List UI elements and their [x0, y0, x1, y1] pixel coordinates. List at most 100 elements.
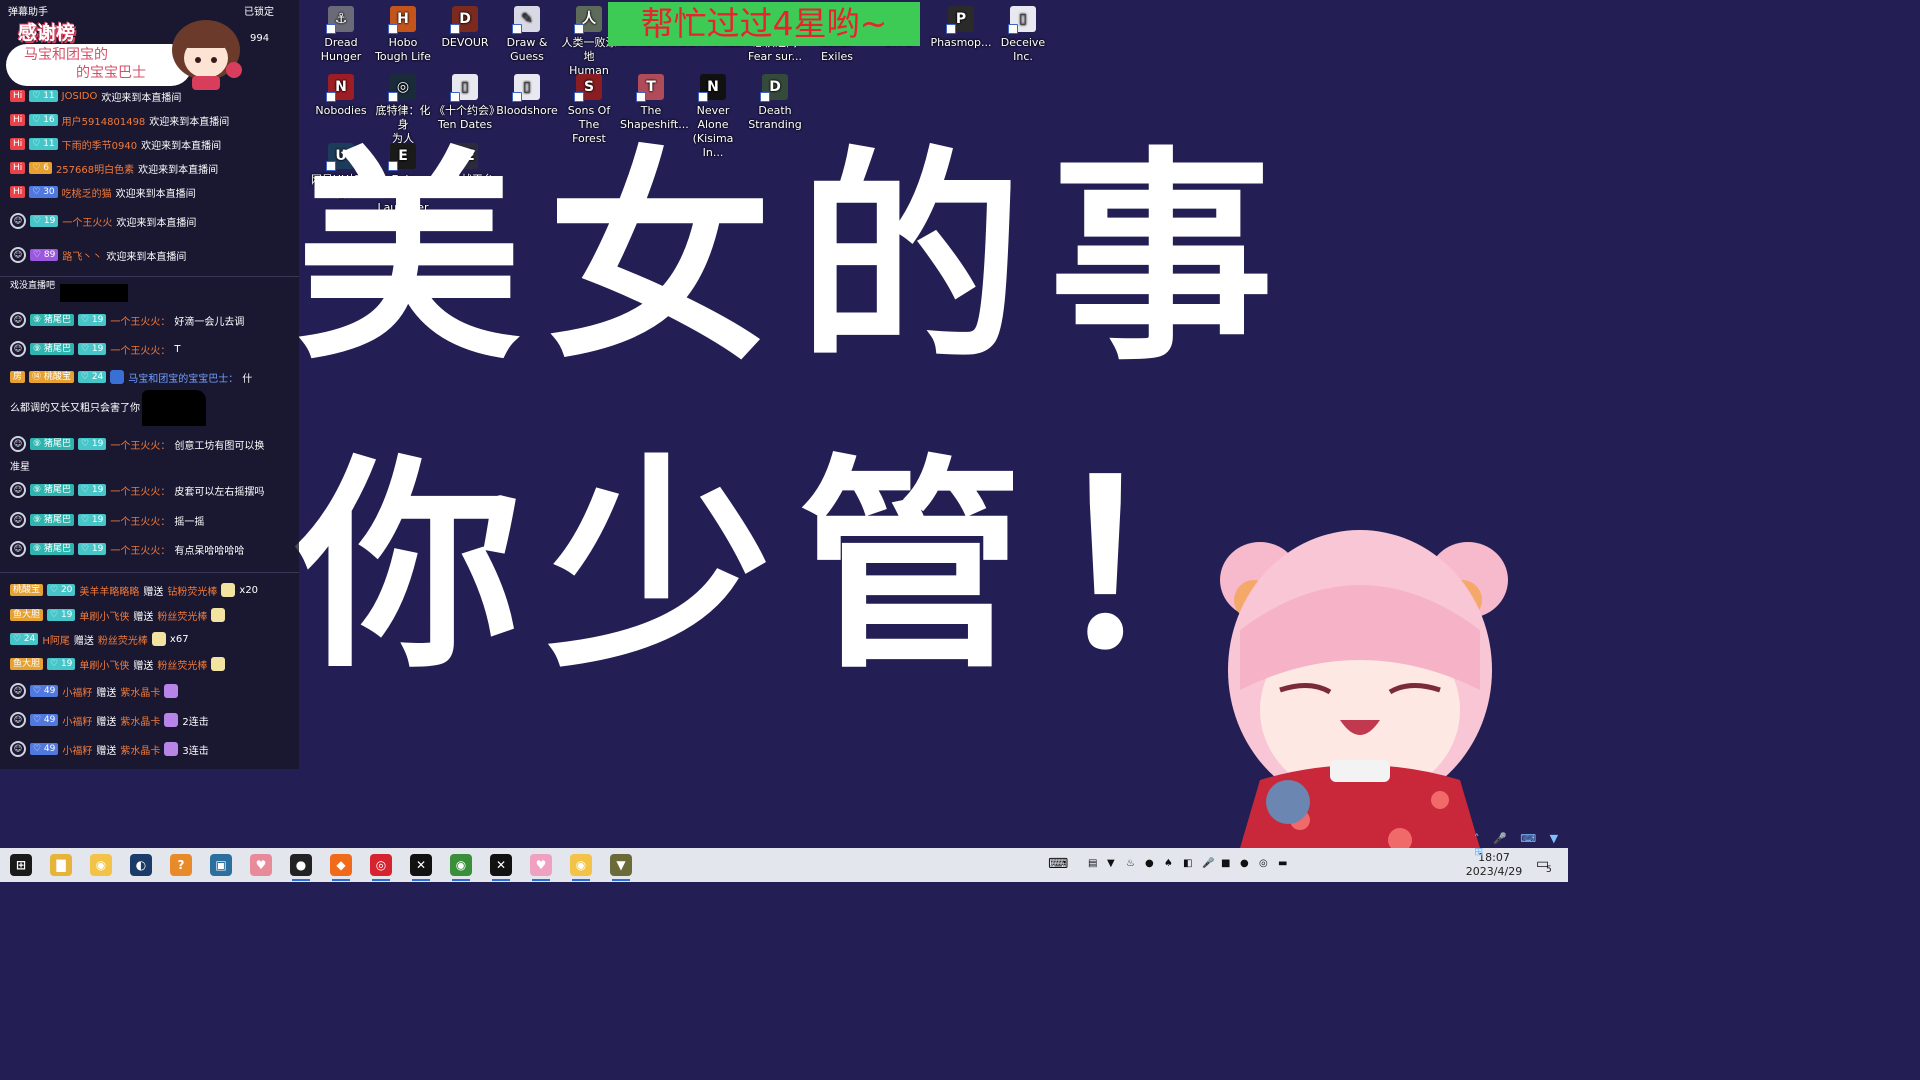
hi-badge: Hi	[10, 114, 26, 126]
chat-message: 欢迎来到本直播间	[149, 116, 230, 128]
tray-app-icon[interactable]: ●	[1240, 858, 1249, 869]
tray-app-icon[interactable]: ▼	[1107, 858, 1115, 869]
taskbar-active-indicator	[572, 879, 590, 881]
chat-lock-status[interactable]: 已锁定	[244, 3, 274, 18]
taskbar-csgo-icon[interactable]: ▼	[610, 854, 632, 876]
shield-icon: ☺	[10, 247, 26, 263]
crystal-card-icon	[164, 713, 179, 727]
chat-username[interactable]: JOSIDO	[62, 91, 98, 102]
taskbar-start-icon[interactable]: ⊞	[10, 854, 32, 876]
desktop-icon-hobo[interactable]: H Hobo Tough Life	[372, 6, 434, 64]
chat-username[interactable]: 马宝和团宝的宝宝巴士：	[128, 370, 238, 385]
app-shortcut-icon: N	[698, 74, 726, 102]
gift-sender[interactable]: 单刷小飞侠	[79, 608, 129, 623]
taskbar-chrome-icon[interactable]: ◉	[450, 854, 472, 876]
taskbar-steam-icon[interactable]: ◐	[130, 854, 152, 876]
gift-row: 桃酸宝 ♡ 20 美羊羊略略略 赠送 钻粉荧光棒 x20	[10, 582, 258, 598]
chat-username[interactable]: 一个王火火：	[110, 513, 170, 528]
chat-username[interactable]: 257668明白色素	[56, 161, 134, 176]
welcome-row: Hi ♡ 11 下雨的季节0940 欢迎来到本直播间	[10, 136, 221, 152]
chat-row: ☺ ⑨ 猪尾巴 ♡ 19 一个王火火： T	[10, 341, 180, 357]
taskbar-app-flame-icon[interactable]: ◆	[330, 854, 352, 876]
gift-sender[interactable]: 单刷小飞侠	[79, 657, 129, 672]
chat-username[interactable]: 下雨的季节0940	[62, 137, 137, 152]
tray-app-icon[interactable]: ■	[1221, 858, 1230, 869]
desktop-icon-label: Dread	[324, 36, 358, 49]
chat-username[interactable]: 一个王火火：	[110, 313, 170, 328]
danmaku-chat-panel: 弹幕助手 已锁定 感谢榜 994 马宝和团宝的 的宝宝巴士 Hi ♡ 11 JOSI…	[0, 0, 299, 769]
notification-count: 5	[1546, 865, 1552, 875]
taskbar-active-indicator	[412, 879, 430, 881]
gift-name: 钻粉荧光棒	[167, 586, 218, 598]
clock-date: 2023/4/29	[1465, 865, 1523, 878]
taskbar-obs-icon[interactable]: ●	[290, 854, 312, 876]
desktop-icon-death[interactable]: D Death Stranding	[744, 74, 806, 132]
level-badge: ♡ 11	[29, 138, 58, 150]
redaction-mask	[60, 284, 128, 302]
tray-app-icon[interactable]: ◧	[1183, 858, 1192, 869]
desktop-icon--[interactable]: ▯ 《十个约会》 Ten Dates	[434, 74, 500, 132]
gift-name: 紫水晶卡	[120, 687, 161, 699]
rank-count: 994	[250, 33, 270, 44]
chat-username[interactable]: 一个王火火：	[110, 483, 170, 498]
chat-row: ☺ ⑨ 猪尾巴 ♡ 19 一个王火火： 皮套可以左右摇摆吗	[10, 482, 264, 498]
taskbar-explorer-icon[interactable]: ▇	[50, 854, 72, 876]
hi-badge: Hi	[10, 162, 26, 174]
tray-app-icon[interactable]: ♠	[1164, 858, 1173, 869]
tray-app-icon[interactable]: ●	[1145, 858, 1154, 869]
gift-sender[interactable]: 小福籽	[62, 713, 92, 728]
taskbar-app-blue-icon[interactable]: ▣	[210, 854, 232, 876]
gift-sender[interactable]: 小福籽	[62, 684, 92, 699]
chat-username[interactable]: 吃桃乏的猫	[62, 185, 112, 200]
desktop-icon-devour[interactable]: D DEVOUR	[434, 6, 496, 50]
level-badge: ♡ 19	[77, 484, 107, 496]
gift-action: 赠送	[96, 716, 117, 728]
desktop-icon-bloodshore[interactable]: ▯ Bloodshore	[496, 74, 558, 118]
taskbar-app-capcut-icon[interactable]: ✕	[410, 854, 432, 876]
taskbar-douyu-live-icon[interactable]: ◉	[570, 854, 592, 876]
desktop-icon-the[interactable]: T The Shapeshift...	[620, 74, 689, 132]
fan-badge: ⑨ 猪尾巴	[30, 343, 74, 355]
level-badge: ♡ 19	[47, 658, 76, 670]
chat-username[interactable]: 一个王火火：	[110, 542, 170, 557]
desktop-icon-deceive-inc-[interactable]: ▯ Deceive Inc.	[992, 6, 1054, 64]
app-shortcut-icon: ▯	[512, 74, 540, 102]
gift-action: 赠送	[73, 635, 94, 647]
keyboard-icon[interactable]: ⌨	[1048, 856, 1068, 872]
taskbar-netease-music-icon[interactable]: ◎	[370, 854, 392, 876]
desktop-icon-draw-[interactable]: ✎ Draw & Guess	[496, 6, 558, 64]
desktop-icon-dread[interactable]: ⚓ Dread Hunger	[310, 6, 372, 64]
fan-badge: ⑨ 猪尾巴	[30, 484, 74, 496]
chat-username[interactable]: 用户5914801498	[62, 113, 146, 128]
taskbar-app-orange-icon[interactable]: ?	[170, 854, 192, 876]
taskbar-app-pink2-icon[interactable]: ♥	[530, 854, 552, 876]
gift-sender[interactable]: 美羊羊略略略	[79, 583, 139, 598]
tray-app-icon[interactable]: ♨	[1126, 858, 1135, 869]
gift-name: 粉丝荧光棒	[97, 635, 148, 647]
overlay-banner: 帮忙过过4星哟~	[608, 2, 920, 46]
shield-icon: ☺	[10, 541, 26, 557]
desktop-icon-nobodies[interactable]: N Nobodies	[310, 74, 372, 118]
chat-username[interactable]: 一个王火火	[62, 214, 112, 229]
tray-app-icon[interactable]: 🎤	[1202, 858, 1214, 869]
fan-badge: ⑭ 桃酸宝	[29, 371, 74, 383]
taskbar-douyu-icon[interactable]: ◉	[90, 854, 112, 876]
gift-sender[interactable]: 小福籽	[62, 742, 92, 757]
big-overlay-line-2: 你少管！	[296, 437, 1300, 699]
tray-app-icon[interactable]: ▤	[1088, 858, 1097, 869]
chat-message: 好滴一会儿去调	[174, 316, 245, 328]
chat-username[interactable]: 一个王火火：	[110, 342, 170, 357]
chat-row: ☺ ⑨ 猪尾巴 ♡ 19 一个王火火： 有点呆哈哈哈哈	[10, 541, 244, 557]
chat-username[interactable]: 路飞丶丶	[62, 248, 102, 263]
fan-badge: 鱼大胆	[10, 658, 44, 670]
desktop-icon-phasmop-[interactable]: P Phasmop...	[930, 6, 992, 50]
gift-action: 赠送	[133, 611, 154, 623]
chat-message: 有点呆哈哈哈哈	[174, 545, 245, 557]
level-badge: ♡ 24	[10, 633, 39, 645]
tray-app-icon[interactable]: ▬	[1278, 858, 1287, 869]
tray-app-icon[interactable]: ◎	[1259, 858, 1268, 869]
taskbar-app-capcut2-icon[interactable]: ✕	[490, 854, 512, 876]
chat-username[interactable]: 一个王火火：	[110, 437, 170, 452]
taskbar-app-pink-icon[interactable]: ♥	[250, 854, 272, 876]
gift-sender[interactable]: H阿尾	[42, 632, 70, 647]
